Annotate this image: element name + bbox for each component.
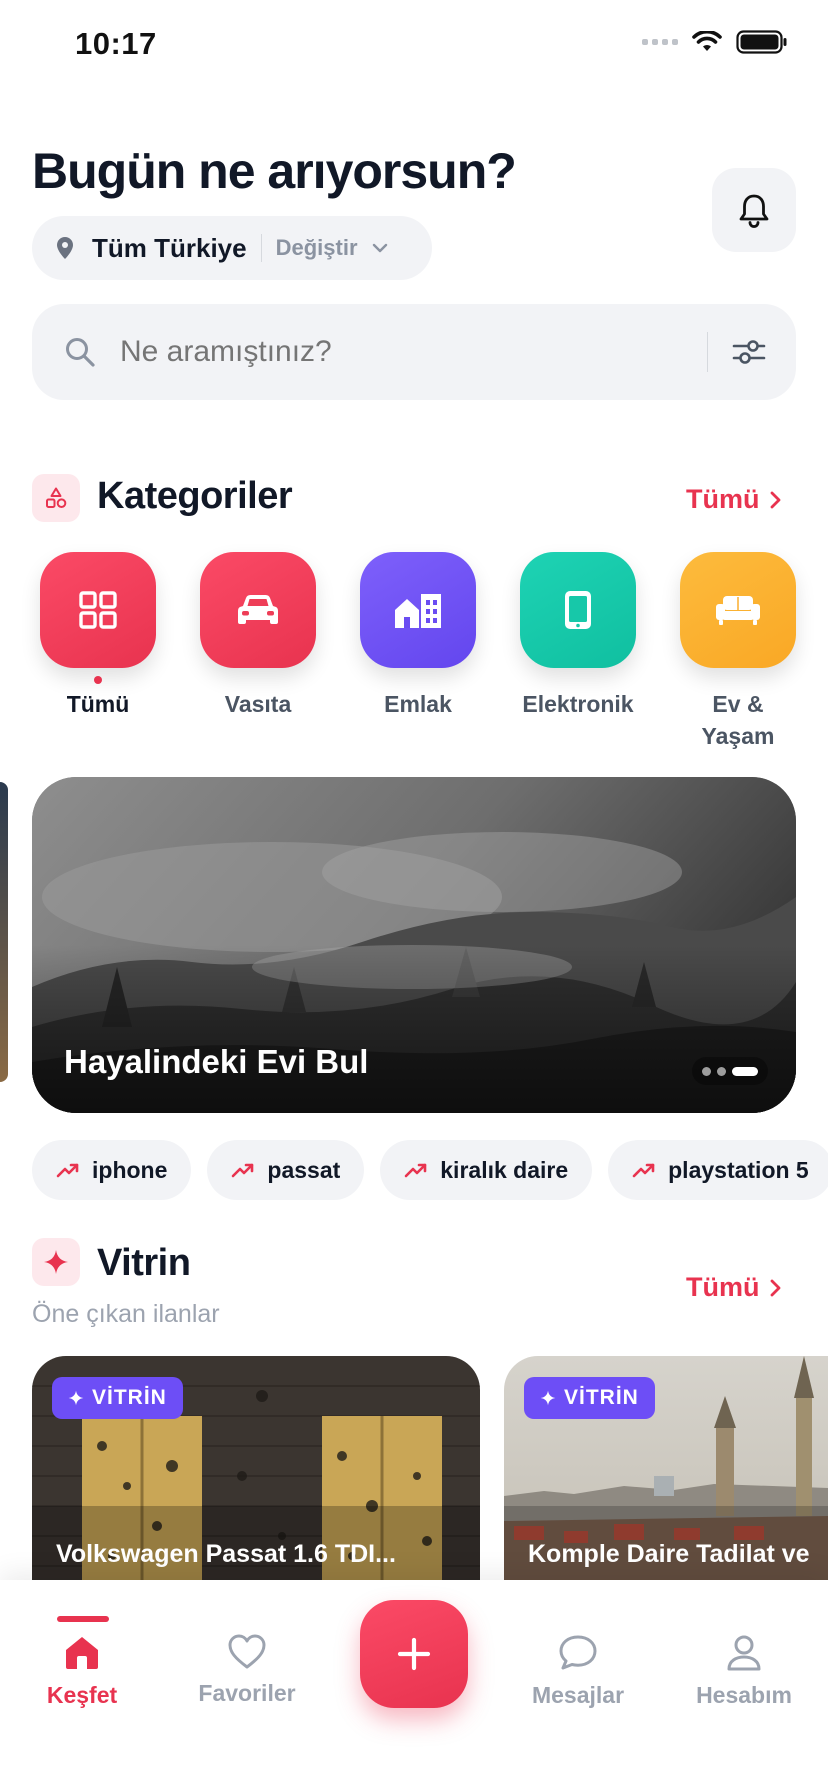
previous-banner-peek[interactable]: [0, 782, 8, 1082]
location-pin-icon: [56, 236, 74, 260]
sofa-icon: [716, 596, 760, 625]
trending-up-icon: [232, 1163, 254, 1178]
trend-chip-label: playstation 5: [668, 1156, 809, 1183]
car-icon: [238, 595, 278, 624]
category-tile-home-living: [680, 552, 796, 668]
search-divider: [707, 332, 708, 372]
vitrin-badge-label: VİTRİN: [564, 1386, 639, 1409]
trend-chip-label: passat: [267, 1156, 341, 1183]
location-selector[interactable]: Tüm Türkiye Değiştir: [32, 216, 432, 280]
tab-label: Keşfet: [46, 1682, 118, 1708]
trend-chip[interactable]: kiralık daire: [380, 1140, 593, 1200]
sparkle-icon: [68, 1390, 84, 1406]
status-icons: [642, 30, 788, 54]
bell-icon: [739, 194, 769, 228]
tab-favoriler[interactable]: Favoriler: [177, 1634, 317, 1707]
vitrin-badge: VİTRİN: [52, 1377, 183, 1419]
plus-icon: [397, 1637, 431, 1671]
trending-up-icon: [632, 1163, 655, 1178]
tab-label: Hesabım: [696, 1682, 792, 1708]
building-icon: [395, 594, 441, 628]
category-label: Elektronik: [522, 691, 634, 717]
trending-searches: iphone passat kiralık daire playstation …: [32, 1140, 828, 1200]
home-icon: [66, 1637, 98, 1669]
tab-hesabim[interactable]: Hesabım: [674, 1634, 814, 1709]
active-indicator-dot: [94, 676, 102, 684]
pagination-dot: [717, 1066, 726, 1076]
bottom-navigation: Keşfet Favoriler Mesajlar Hesabım: [0, 1580, 828, 1792]
category-item-home-living[interactable]: Ev & Yaşam: [678, 552, 798, 752]
promo-banner[interactable]: Hayalindeki Evi Bul: [32, 777, 796, 1113]
filter-icon[interactable]: [732, 337, 766, 367]
category-item-all[interactable]: Tümü: [38, 552, 158, 720]
category-tile-vehicles: [200, 552, 316, 668]
notifications-button[interactable]: [712, 168, 796, 252]
signal-icon: [642, 39, 678, 45]
pagination-dot-active: [732, 1066, 758, 1076]
location-change-label: Değiştir: [275, 235, 358, 260]
tab-mesajlar[interactable]: Mesajlar: [508, 1634, 648, 1709]
chevron-right-icon: [770, 491, 780, 508]
active-tab-indicator: [57, 1616, 109, 1622]
category-label: Vasıta: [224, 691, 292, 717]
grid-icon: [79, 591, 117, 629]
category-label: Tümü: [66, 691, 130, 717]
categories-see-all-button[interactable]: Tümü: [686, 484, 782, 515]
listing-title: Volkswagen Passat 1.6 TDI...: [56, 1540, 396, 1568]
trend-chip[interactable]: iphone: [32, 1140, 192, 1200]
vitrin-see-all-button[interactable]: Tümü: [686, 1272, 782, 1303]
pagination-dot: [702, 1066, 711, 1076]
chevron-down-icon: [372, 243, 388, 253]
tab-label: Favoriler: [198, 1680, 296, 1706]
phone-icon: [565, 591, 591, 629]
vitrin-title: Vitrin: [97, 1242, 191, 1284]
banner-title: Hayalindeki Evi Bul: [64, 1043, 369, 1080]
chat-bubble-icon: [559, 1635, 597, 1670]
heart-icon: [228, 1634, 266, 1669]
trend-chip-label: iphone: [92, 1156, 168, 1183]
category-item-electronics[interactable]: Elektronik: [518, 552, 638, 720]
category-tile-all: [40, 552, 156, 668]
chevron-right-icon: [770, 1279, 780, 1296]
search-icon: [64, 336, 96, 368]
wifi-icon: [692, 31, 722, 51]
location-name: Tüm Türkiye: [92, 232, 247, 263]
trending-up-icon: [404, 1163, 427, 1178]
location-divider: [260, 234, 262, 262]
trend-chip-label: kiralık daire: [440, 1156, 569, 1183]
tab-kesfet[interactable]: Keşfet: [12, 1634, 152, 1709]
search-bar[interactable]: [32, 304, 796, 400]
battery-icon: [736, 30, 787, 54]
add-listing-button[interactable]: [360, 1600, 468, 1708]
shapes-icon: [32, 474, 80, 522]
sparkle-icon: [540, 1390, 556, 1406]
status-bar: 10:17: [0, 0, 828, 90]
category-item-real-estate[interactable]: Emlak: [358, 552, 478, 720]
see-all-label: Tümü: [686, 1272, 760, 1302]
listing-title: Komple Daire Tadilat ve: [528, 1540, 810, 1568]
see-all-label: Tümü: [686, 484, 760, 514]
vitrin-badge-label: VİTRİN: [92, 1386, 167, 1409]
vitrin-subtitle: Öne çıkan ilanlar: [32, 1300, 220, 1328]
category-label: Ev & Yaşam: [701, 691, 775, 749]
search-input[interactable]: [120, 335, 707, 369]
trending-up-icon: [56, 1163, 79, 1178]
categories-title: Kategoriler: [97, 475, 293, 517]
category-tile-real-estate: [360, 552, 476, 668]
category-tile-electronics: [520, 552, 636, 668]
banner-pagination: [692, 1057, 768, 1085]
trend-chip[interactable]: passat: [207, 1140, 365, 1200]
user-icon: [727, 1635, 761, 1671]
trend-chip[interactable]: playstation 5: [608, 1140, 828, 1200]
category-label: Emlak: [384, 691, 452, 717]
sparkle-icon: [32, 1238, 80, 1286]
category-item-vehicles[interactable]: Vasıta: [198, 552, 318, 720]
status-time: 10:17: [75, 26, 157, 61]
tab-label: Mesajlar: [531, 1682, 625, 1708]
page-title: Bugün ne arıyorsun?: [32, 143, 517, 199]
vitrin-badge: VİTRİN: [524, 1377, 655, 1419]
